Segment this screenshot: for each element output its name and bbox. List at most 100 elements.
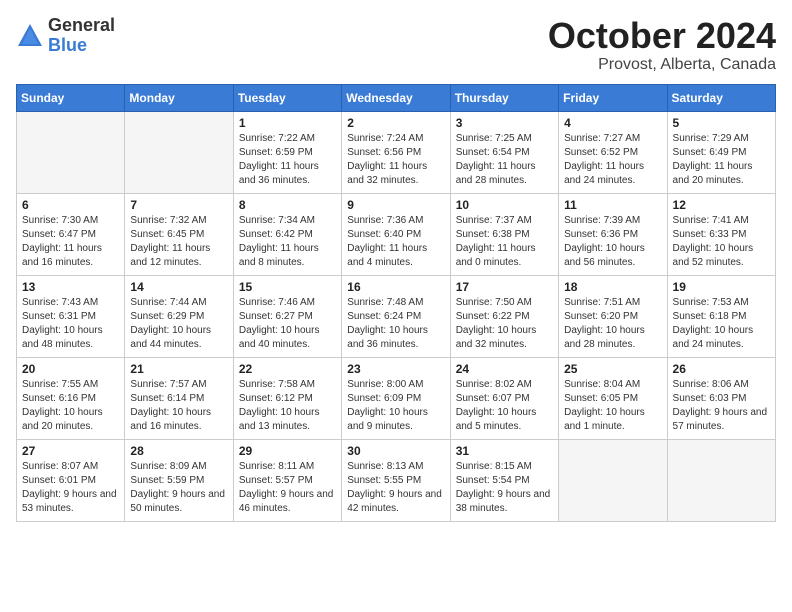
week-row-5: 27 Sunrise: 8:07 AMSunset: 6:01 PMDayligh… (17, 439, 776, 521)
day-number: 31 (456, 444, 553, 458)
day-number: 23 (347, 362, 444, 376)
day-info: Sunrise: 7:43 AMSunset: 6:31 PMDaylight:… (22, 296, 119, 352)
column-header-wednesday: Wednesday (342, 84, 450, 111)
day-number: 1 (239, 116, 336, 130)
day-number: 5 (673, 116, 770, 130)
day-number: 10 (456, 198, 553, 212)
day-cell: 13 Sunrise: 7:43 AMSunset: 6:31 PMDayligh… (17, 275, 125, 357)
day-info: Sunrise: 8:07 AMSunset: 6:01 PMDaylight:… (22, 460, 119, 516)
logo-general-text: General (48, 16, 115, 36)
day-info: Sunrise: 8:04 AMSunset: 6:05 PMDaylight:… (564, 378, 661, 434)
logo-blue-text: Blue (48, 36, 115, 56)
day-cell: 28 Sunrise: 8:09 AMSunset: 5:59 PMDayligh… (125, 439, 233, 521)
day-info: Sunrise: 7:39 AMSunset: 6:36 PMDaylight:… (564, 214, 661, 270)
day-info: Sunrise: 7:46 AMSunset: 6:27 PMDaylight:… (239, 296, 336, 352)
day-number: 26 (673, 362, 770, 376)
month-title: October 2024 (548, 16, 776, 56)
day-number: 21 (130, 362, 227, 376)
day-number: 28 (130, 444, 227, 458)
day-info: Sunrise: 7:27 AMSunset: 6:52 PMDaylight:… (564, 132, 661, 188)
day-info: Sunrise: 8:13 AMSunset: 5:55 PMDaylight:… (347, 460, 444, 516)
week-row-3: 13 Sunrise: 7:43 AMSunset: 6:31 PMDayligh… (17, 275, 776, 357)
day-info: Sunrise: 7:57 AMSunset: 6:14 PMDaylight:… (130, 378, 227, 434)
day-cell: 9Sunrise: 7:36 AMSunset: 6:40 PMDaylight… (342, 193, 450, 275)
day-cell (17, 111, 125, 193)
day-info: Sunrise: 7:53 AMSunset: 6:18 PMDaylight:… (673, 296, 770, 352)
day-cell: 4 Sunrise: 7:27 AMSunset: 6:52 PMDaylight… (559, 111, 667, 193)
calendar-table: SundayMondayTuesdayWednesdayThursdayFrid… (16, 84, 776, 522)
day-info: Sunrise: 7:58 AMSunset: 6:12 PMDaylight:… (239, 378, 336, 434)
day-number: 15 (239, 280, 336, 294)
day-info: Sunrise: 7:34 AMSunset: 6:42 PMDaylight:… (239, 214, 336, 270)
week-row-1: 1 Sunrise: 7:22 AMSunset: 6:59 PMDaylight… (17, 111, 776, 193)
location: Provost, Alberta, Canada (548, 56, 776, 74)
day-number: 20 (22, 362, 119, 376)
day-cell: 2 Sunrise: 7:24 AMSunset: 6:56 PMDaylight… (342, 111, 450, 193)
day-info: Sunrise: 7:37 AMSunset: 6:38 PMDaylight:… (456, 214, 553, 270)
day-info: Sunrise: 8:15 AMSunset: 5:54 PMDaylight:… (456, 460, 553, 516)
column-header-saturday: Saturday (667, 84, 775, 111)
day-cell: 8 Sunrise: 7:34 AMSunset: 6:42 PMDaylight… (233, 193, 341, 275)
day-cell: 16Sunrise: 7:48 AMSunset: 6:24 PMDayligh… (342, 275, 450, 357)
column-header-tuesday: Tuesday (233, 84, 341, 111)
day-number: 3 (456, 116, 553, 130)
day-info: Sunrise: 7:32 AMSunset: 6:45 PMDaylight:… (130, 214, 227, 270)
day-cell: 14Sunrise: 7:44 AMSunset: 6:29 PMDayligh… (125, 275, 233, 357)
day-number: 25 (564, 362, 661, 376)
day-info: Sunrise: 7:51 AMSunset: 6:20 PMDaylight:… (564, 296, 661, 352)
day-cell: 31 Sunrise: 8:15 AMSunset: 5:54 PMDayligh… (450, 439, 558, 521)
day-number: 6 (22, 198, 119, 212)
day-cell (125, 111, 233, 193)
day-number: 11 (564, 198, 661, 212)
day-info: Sunrise: 7:24 AMSunset: 6:56 PMDaylight:… (347, 132, 444, 188)
day-cell: 22 Sunrise: 7:58 AMSunset: 6:12 PMDayligh… (233, 357, 341, 439)
header-row: SundayMondayTuesdayWednesdayThursdayFrid… (17, 84, 776, 111)
day-number: 30 (347, 444, 444, 458)
day-cell: 26 Sunrise: 8:06 AMSunset: 6:03 PMDayligh… (667, 357, 775, 439)
day-cell: 20 Sunrise: 7:55 AMSunset: 6:16 PMDayligh… (17, 357, 125, 439)
day-cell: 23 Sunrise: 8:00 AMSunset: 6:09 PMDayligh… (342, 357, 450, 439)
day-cell: 27 Sunrise: 8:07 AMSunset: 6:01 PMDayligh… (17, 439, 125, 521)
column-header-friday: Friday (559, 84, 667, 111)
week-row-4: 20 Sunrise: 7:55 AMSunset: 6:16 PMDayligh… (17, 357, 776, 439)
day-number: 8 (239, 198, 336, 212)
day-cell: 19Sunrise: 7:53 AMSunset: 6:18 PMDayligh… (667, 275, 775, 357)
day-info: Sunrise: 7:55 AMSunset: 6:16 PMDaylight:… (22, 378, 119, 434)
day-cell: 10 Sunrise: 7:37 AMSunset: 6:38 PMDayligh… (450, 193, 558, 275)
day-info: Sunrise: 8:06 AMSunset: 6:03 PMDaylight:… (673, 378, 770, 434)
day-info: Sunrise: 8:02 AMSunset: 6:07 PMDaylight:… (456, 378, 553, 434)
day-number: 2 (347, 116, 444, 130)
day-info: Sunrise: 7:25 AMSunset: 6:54 PMDaylight:… (456, 132, 553, 188)
day-cell: 12Sunrise: 7:41 AMSunset: 6:33 PMDayligh… (667, 193, 775, 275)
day-cell: 15 Sunrise: 7:46 AMSunset: 6:27 PMDayligh… (233, 275, 341, 357)
day-number: 4 (564, 116, 661, 130)
week-row-2: 6Sunrise: 7:30 AMSunset: 6:47 PMDaylight… (17, 193, 776, 275)
day-cell: 5 Sunrise: 7:29 AMSunset: 6:49 PMDaylight… (667, 111, 775, 193)
day-cell: 30 Sunrise: 8:13 AMSunset: 5:55 PMDayligh… (342, 439, 450, 521)
day-info: Sunrise: 7:50 AMSunset: 6:22 PMDaylight:… (456, 296, 553, 352)
column-header-sunday: Sunday (17, 84, 125, 111)
day-info: Sunrise: 8:09 AMSunset: 5:59 PMDaylight:… (130, 460, 227, 516)
day-info: Sunrise: 7:44 AMSunset: 6:29 PMDaylight:… (130, 296, 227, 352)
day-info: Sunrise: 7:36 AMSunset: 6:40 PMDaylight:… (347, 214, 444, 270)
column-header-thursday: Thursday (450, 84, 558, 111)
day-number: 17 (456, 280, 553, 294)
day-info: Sunrise: 8:11 AMSunset: 5:57 PMDaylight:… (239, 460, 336, 516)
day-cell: 29Sunrise: 8:11 AMSunset: 5:57 PMDayligh… (233, 439, 341, 521)
logo-icon (16, 22, 44, 50)
day-number: 18 (564, 280, 661, 294)
day-info: Sunrise: 7:22 AMSunset: 6:59 PMDaylight:… (239, 132, 336, 188)
day-cell: 3 Sunrise: 7:25 AMSunset: 6:54 PMDaylight… (450, 111, 558, 193)
day-cell (667, 439, 775, 521)
day-number: 27 (22, 444, 119, 458)
day-info: Sunrise: 7:29 AMSunset: 6:49 PMDaylight:… (673, 132, 770, 188)
logo-text: General Blue (48, 16, 115, 56)
day-info: Sunrise: 8:00 AMSunset: 6:09 PMDaylight:… (347, 378, 444, 434)
day-cell: 17 Sunrise: 7:50 AMSunset: 6:22 PMDayligh… (450, 275, 558, 357)
day-number: 22 (239, 362, 336, 376)
day-number: 13 (22, 280, 119, 294)
day-cell: 1 Sunrise: 7:22 AMSunset: 6:59 PMDaylight… (233, 111, 341, 193)
day-number: 7 (130, 198, 227, 212)
column-header-monday: Monday (125, 84, 233, 111)
day-number: 24 (456, 362, 553, 376)
